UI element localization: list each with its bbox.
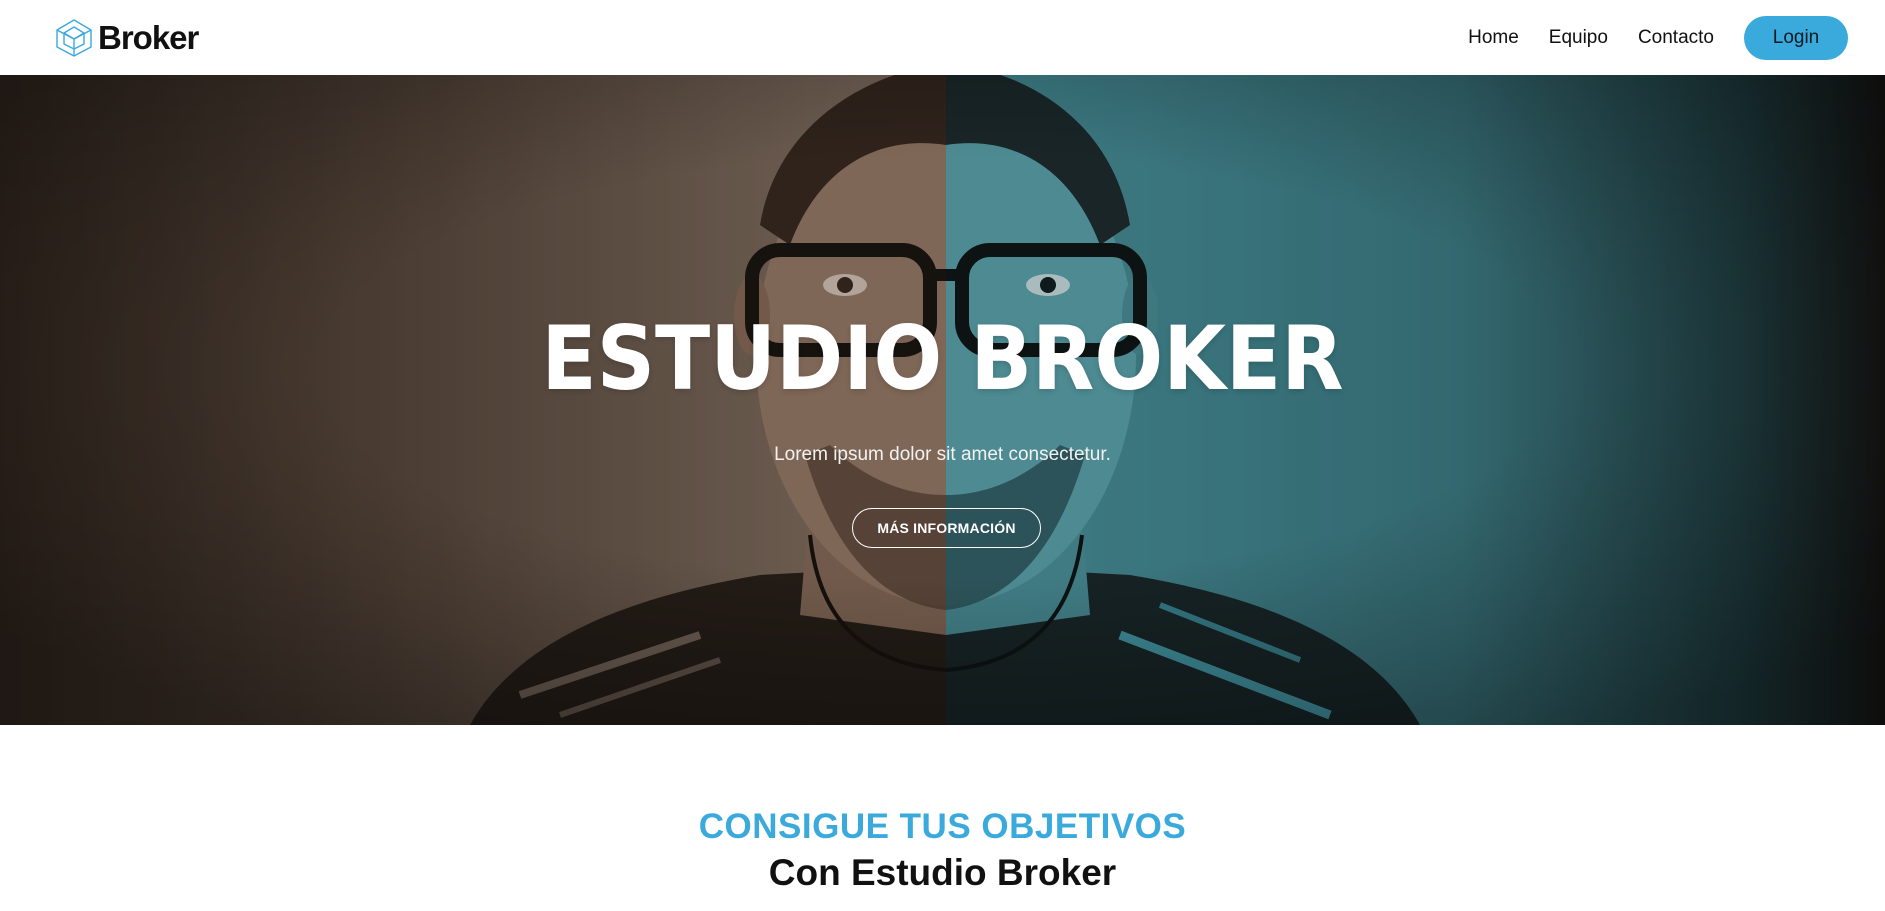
- brand-name: Broker: [98, 19, 199, 56]
- login-button[interactable]: Login: [1744, 15, 1848, 60]
- brand-home-link[interactable]: Broker: [54, 18, 199, 58]
- nav-equipo-link[interactable]: Equipo: [1549, 27, 1608, 49]
- section-eyebrow: CONSIGUE TUS OBJETIVOS: [698, 807, 1187, 846]
- nav-home-link[interactable]: Home: [1468, 27, 1519, 49]
- main-nav: Home Equipo Contacto Login: [1468, 15, 1848, 60]
- wireframe-cube-icon: [56, 18, 92, 57]
- hero-banner: ESTUDIO BROKER Lorem ipsum dolor sit ame…: [0, 75, 1885, 725]
- hero-title: ESTUDIO BROKER: [541, 307, 1344, 410]
- more-info-button[interactable]: MÁS INFORMACIÓN: [852, 508, 1041, 548]
- hero-content: ESTUDIO BROKER Lorem ipsum dolor sit ame…: [0, 75, 1885, 725]
- hero-subtitle: Lorem ipsum dolor sit amet consectetur.: [774, 444, 1111, 465]
- nav-contacto-link[interactable]: Contacto: [1638, 27, 1714, 49]
- section-heading: Con Estudio Broker: [768, 852, 1117, 893]
- objectives-section: CONSIGUE TUS OBJETIVOS Con Estudio Broke…: [0, 725, 1885, 911]
- site-header: Broker Home Equipo Contacto Login: [0, 0, 1885, 75]
